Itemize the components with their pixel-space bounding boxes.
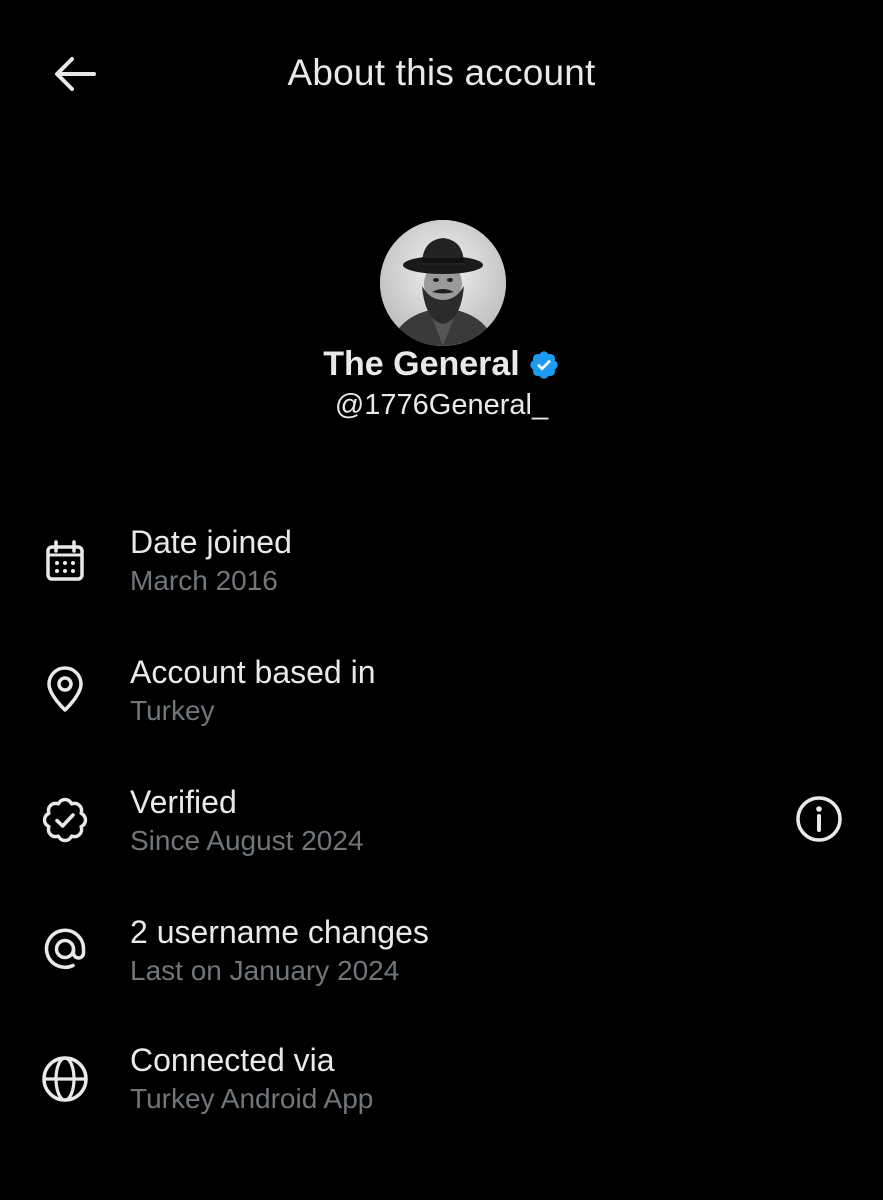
row-subtitle: Last on January 2024	[130, 955, 400, 986]
row-subtitle: Since August 2024	[130, 825, 364, 856]
row-title: Date joined	[130, 524, 292, 560]
verified-seal-icon	[40, 795, 90, 845]
page-title: About this account	[287, 52, 596, 93]
row-subtitle: March 2016	[130, 565, 278, 596]
info-row-verified: Verified Since August 2024	[0, 780, 883, 880]
calendar-icon	[40, 536, 90, 586]
location-pin-icon	[40, 665, 90, 715]
at-sign-icon	[40, 924, 90, 974]
info-row-account-based-in: Account based in Turkey	[0, 650, 883, 750]
globe-icon	[40, 1054, 90, 1104]
info-icon	[796, 796, 842, 842]
row-title: Verified	[130, 784, 237, 820]
display-name-row: The General	[0, 345, 883, 384]
row-title: 2 username changes	[130, 914, 429, 950]
top-bar: About this account	[0, 0, 883, 150]
avatar[interactable]	[380, 220, 506, 346]
info-row-username-changes: 2 username changes Last on January 2024	[0, 910, 883, 1010]
verified-info-button[interactable]	[792, 792, 846, 846]
row-title: Account based in	[130, 654, 376, 690]
verified-badge-icon[interactable]	[528, 349, 560, 381]
info-row-date-joined: Date joined March 2016	[0, 520, 883, 620]
row-subtitle: Turkey	[130, 695, 215, 726]
row-title: Connected via	[130, 1042, 335, 1078]
about-account-screen: About this account The General @1776Gene…	[0, 0, 883, 1200]
username-handle: @1776General_	[334, 389, 549, 421]
display-name: The General	[323, 345, 520, 383]
info-row-connected-via: Connected via Turkey Android App	[0, 1040, 883, 1140]
row-subtitle: Turkey Android App	[130, 1083, 374, 1114]
